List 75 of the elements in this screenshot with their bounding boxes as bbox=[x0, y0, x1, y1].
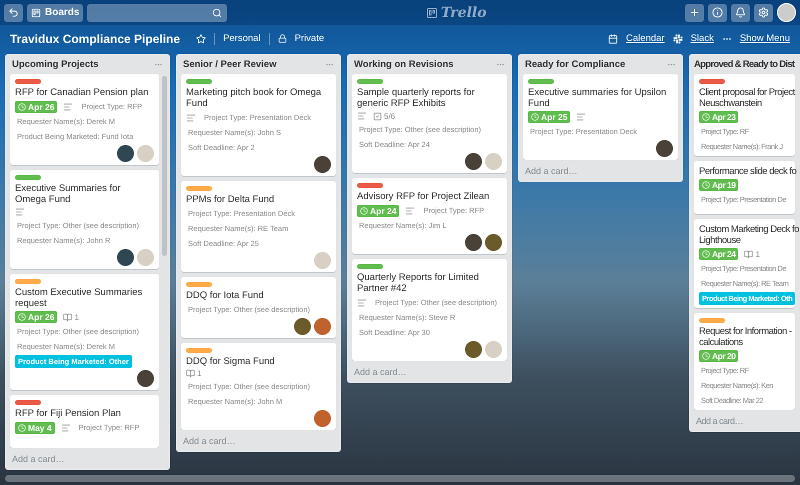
card-title: Request for Information - calculations bbox=[699, 326, 792, 348]
due-date: Apr 24 bbox=[370, 206, 396, 216]
list-title[interactable]: Upcoming Projects bbox=[12, 59, 99, 70]
calendar-icon bbox=[608, 34, 618, 44]
header-link[interactable]: Show Menu bbox=[740, 33, 790, 44]
due-date: Apr 26 bbox=[28, 312, 54, 322]
plus-icon bbox=[689, 7, 700, 18]
book-icon bbox=[744, 250, 754, 258]
clock-icon bbox=[18, 102, 26, 110]
checklist-count: 5/6 bbox=[384, 112, 396, 120]
due-date: May 4 bbox=[28, 422, 52, 432]
due-date: Apr 19 bbox=[712, 180, 736, 190]
slack-icon bbox=[672, 34, 683, 44]
due-date: Apr 25 bbox=[541, 112, 568, 122]
list-title[interactable]: Approved & Ready to Dist bbox=[694, 59, 794, 70]
book-icon bbox=[63, 312, 72, 322]
clock-icon bbox=[702, 181, 710, 189]
team-label[interactable]: Personal bbox=[223, 33, 261, 44]
lock-icon bbox=[278, 34, 287, 43]
search-field[interactable] bbox=[87, 4, 228, 22]
card-title: Marketing pitch book for Omega Fund bbox=[186, 87, 322, 109]
board-title[interactable]: Travidux Compliance Pipeline bbox=[10, 32, 180, 46]
info-icon bbox=[712, 7, 723, 18]
notifications-button[interactable] bbox=[731, 4, 750, 22]
logo-icon bbox=[426, 6, 438, 18]
card-title: Executive summaries for Upsilon Fund bbox=[528, 87, 668, 109]
gear-icon bbox=[758, 7, 769, 18]
card-title: Sample quarterly reports for generic RFP Exhibits bbox=[357, 87, 476, 109]
checklist-icon bbox=[373, 112, 382, 120]
visibility-label[interactable]: Private bbox=[294, 33, 324, 44]
header-link[interactable]: Slack bbox=[690, 33, 714, 44]
star-icon[interactable] bbox=[196, 34, 206, 44]
card-title: RFP for Fiji Pension Plan bbox=[15, 408, 122, 419]
back-button[interactable] bbox=[4, 4, 23, 22]
header-link[interactable]: Calendar bbox=[626, 33, 665, 44]
attachment-count: 1 bbox=[74, 312, 79, 322]
card-title: Advisory RFP for Project Zilean bbox=[357, 191, 490, 202]
due-date: Apr 23 bbox=[712, 112, 736, 122]
list-title[interactable]: Senior / Peer Review bbox=[183, 59, 276, 70]
due-date: Apr 26 bbox=[28, 102, 54, 112]
due-date: Apr 24 bbox=[712, 249, 736, 259]
card-title: Client proposal for Project Neuschwanstein bbox=[699, 87, 795, 109]
card-title: DDQ for Iota Fund bbox=[186, 290, 265, 301]
clock-icon bbox=[360, 206, 368, 214]
attachment-count: 1 bbox=[197, 369, 202, 378]
card-title: DDQ for Sigma Fund bbox=[186, 356, 276, 367]
back-arrow-icon bbox=[8, 7, 19, 18]
clock-icon bbox=[702, 352, 710, 360]
clock-icon bbox=[702, 113, 710, 121]
add-button[interactable] bbox=[685, 4, 704, 22]
attachment-count: 1 bbox=[755, 250, 760, 258]
book-icon bbox=[186, 369, 195, 378]
logo-text: Trello bbox=[440, 4, 487, 20]
clock-icon bbox=[18, 424, 26, 432]
scrollbar[interactable] bbox=[5, 475, 795, 482]
card-title: Performance slide deck fo bbox=[699, 166, 796, 177]
boards-button[interactable]: Boards bbox=[27, 4, 84, 22]
card-title: RFP for Canadian Pension plan bbox=[15, 87, 150, 98]
card-title: PPMs for Delta Fund bbox=[186, 194, 276, 205]
list-title[interactable]: Working on Revisions bbox=[354, 59, 454, 70]
user-avatar[interactable] bbox=[777, 3, 796, 22]
list-title[interactable]: Ready for Compliance bbox=[525, 59, 626, 70]
card-title: Quarterly Reports for Limited Partner #42 bbox=[357, 272, 480, 294]
info-button[interactable] bbox=[708, 4, 727, 22]
search-icon bbox=[212, 8, 222, 18]
settings-button[interactable] bbox=[754, 4, 773, 22]
clock-icon bbox=[702, 250, 710, 258]
clock-icon bbox=[18, 313, 26, 321]
bell-icon bbox=[735, 7, 746, 18]
card-title: Custom Executive Summaries request bbox=[15, 287, 144, 309]
due-date: Apr 20 bbox=[712, 351, 736, 361]
scrollbar[interactable] bbox=[162, 76, 167, 256]
boards-icon bbox=[31, 8, 41, 18]
clock-icon bbox=[531, 113, 539, 121]
card-title: Executive Summaries for Omega Fund bbox=[15, 183, 122, 205]
